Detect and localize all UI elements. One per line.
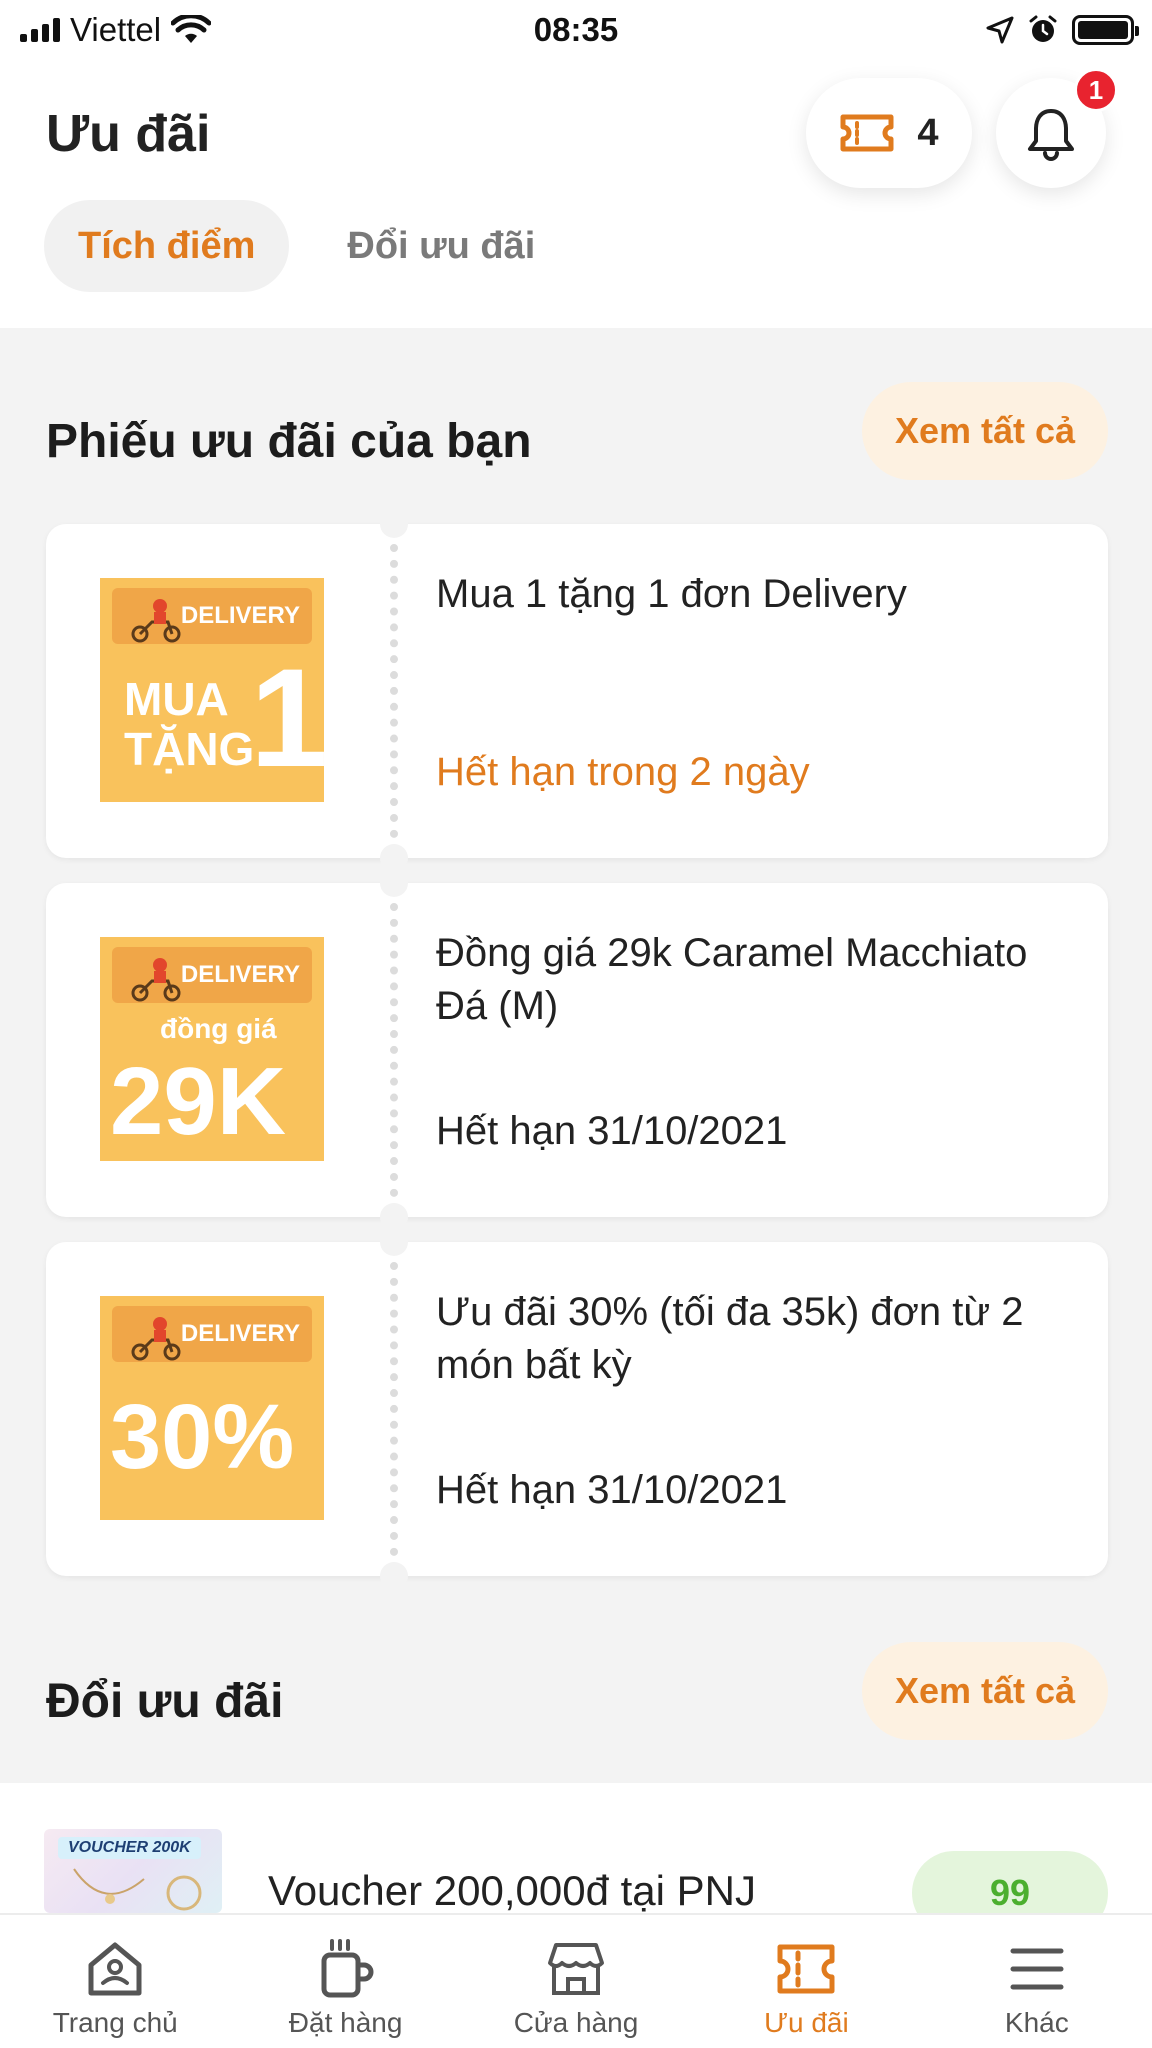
notification-badge: 1 — [1074, 68, 1118, 112]
status-left: Viettel — [20, 11, 212, 49]
ticket-icon — [840, 114, 894, 152]
ticket-icon — [777, 1944, 835, 1994]
nav-item-dat-hang[interactable]: Đặt hàng — [230, 1915, 460, 2048]
voucher-card[interactable]: DELIVERY đồng giá 29K Đồng giá 29k Caram… — [46, 869, 1108, 1231]
carrier-label: Viettel — [70, 11, 162, 48]
nav-item-cua-hang[interactable]: Cửa hàng — [461, 1915, 691, 2048]
redeem-see-all-button[interactable]: Xem tất cả — [862, 1642, 1108, 1740]
voucher-expiry: Hết hạn trong 2 ngày — [436, 750, 810, 794]
scooter-icon — [131, 599, 181, 643]
tab-bar: Tích điểm Đổi ưu đãi — [44, 200, 569, 292]
redeem-item[interactable]: VOUCHER 200K Voucher 200,000đ tại PNJ 99 — [0, 1783, 1152, 1935]
redeem-item-title: Voucher 200,000đ tại PNJ — [268, 1867, 757, 1914]
tab-tich-diem[interactable]: Tích điểm — [44, 200, 290, 292]
page-title: Ưu đãi — [46, 105, 211, 163]
redeem-section-title: Đổi ưu đãi — [46, 1675, 284, 1728]
delivery-tag: DELIVERY — [112, 588, 312, 644]
jewelry-image — [73, 1868, 202, 1911]
nav-item-uu-dai[interactable]: Ưu đãi — [691, 1915, 921, 2048]
my-vouchers-title: Phiếu ưu đãi của bạn — [46, 415, 532, 468]
my-vouchers-see-all-button[interactable]: Xem tất cả — [862, 382, 1108, 480]
menu-icon — [1010, 1948, 1064, 1990]
voucher-card[interactable]: DELIVERY 30% Ưu đãi 30% (tối đa 35k) đơn… — [46, 1228, 1108, 1590]
voucher-count-button[interactable]: 4 — [806, 78, 972, 188]
battery-icon — [1072, 15, 1139, 45]
location-arrow-icon — [986, 16, 1014, 44]
voucher-image: DELIVERY đồng giá 29K — [100, 937, 324, 1161]
bottom-nav: Trang chủ Đặt hàng Cửa hàng Ưu đãi Khác — [0, 1913, 1152, 2048]
main-content: Phiếu ưu đãi của bạn Xem tất cả DELIVERY… — [0, 328, 1152, 1783]
delivery-tag: DELIVERY — [112, 1306, 312, 1362]
status-right — [986, 15, 1139, 45]
scooter-icon — [131, 1317, 181, 1361]
home-icon — [88, 1942, 142, 1996]
voucher-card[interactable]: DELIVERY MUA TẶNG 1 Mua 1 tặng 1 đơn Del… — [46, 510, 1108, 872]
voucher-expiry: Hết hạn 31/10/2021 — [436, 1468, 788, 1512]
wifi-icon — [171, 15, 212, 43]
coffee-cup-icon — [321, 1939, 374, 1998]
bell-icon — [1028, 109, 1074, 161]
status-bar: Viettel 08:35 — [0, 0, 1152, 60]
alarm-icon — [1029, 15, 1057, 42]
delivery-tag: DELIVERY — [112, 947, 312, 1003]
voucher-image: DELIVERY MUA TẶNG 1 — [100, 578, 324, 802]
voucher-expiry: Hết hạn 31/10/2021 — [436, 1109, 788, 1153]
voucher-count: 4 — [917, 111, 939, 154]
redeem-item-image: VOUCHER 200K — [44, 1829, 222, 1913]
voucher-title: Mua 1 tặng 1 đơn Delivery — [436, 572, 907, 616]
nav-item-trang-chu[interactable]: Trang chủ — [0, 1915, 230, 2048]
signal-icon — [20, 18, 60, 42]
store-icon — [548, 1943, 605, 1995]
voucher-title: Đồng giá 29k Caramel Macchiato Đá (M) — [436, 931, 1028, 1028]
voucher-image: DELIVERY 30% — [100, 1296, 324, 1520]
voucher-title: Ưu đãi 30% (tối đa 35k) đơn từ 2 món bất… — [436, 1290, 1024, 1387]
nav-item-khac[interactable]: Khác — [922, 1915, 1152, 2048]
scooter-icon — [131, 958, 181, 1002]
header: Ưu đãi 4 1 Tích điểm Đổi ưu đãi — [0, 60, 1152, 328]
tab-doi-uu-dai[interactable]: Đổi ưu đãi — [313, 200, 569, 292]
